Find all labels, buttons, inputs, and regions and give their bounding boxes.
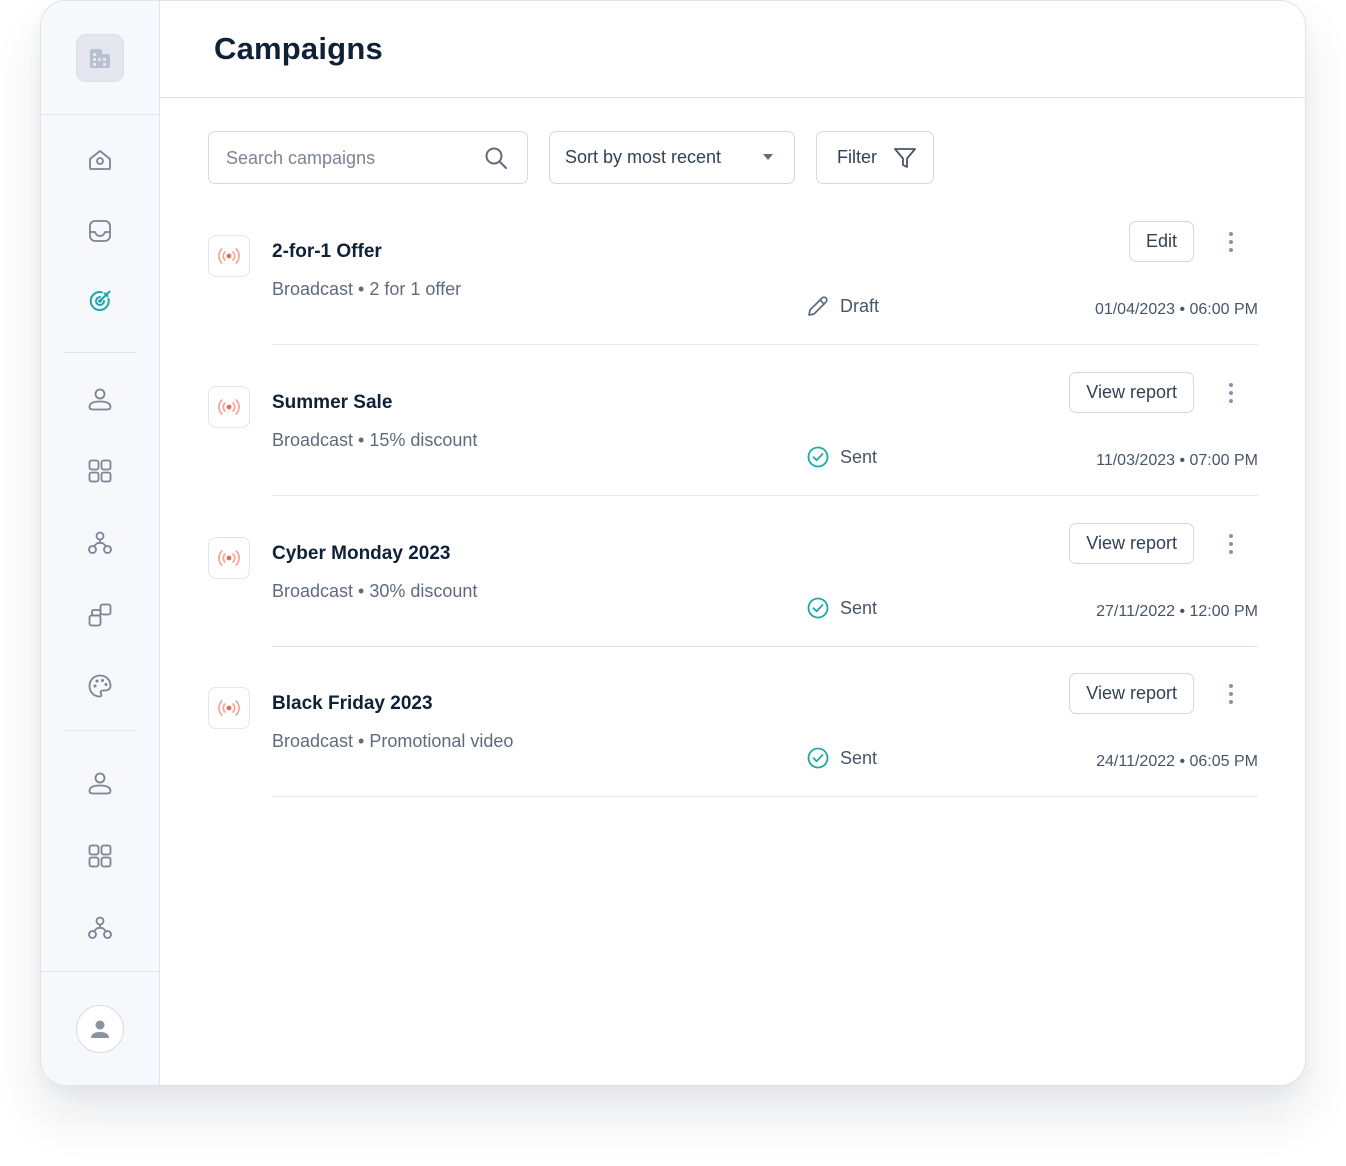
campaign-row: Cyber Monday 2023 Broadcast • 30% discou… <box>208 523 1258 674</box>
check-circle-icon <box>807 446 829 468</box>
row-divider <box>272 344 1258 345</box>
app-logo[interactable] <box>76 34 124 82</box>
hierarchy-icon <box>88 531 112 554</box>
campaign-status-text: Sent <box>840 446 878 467</box>
broadcast-icon <box>208 687 250 729</box>
edit-button[interactable]: Edit <box>1128 221 1194 262</box>
grid-icon <box>88 459 112 483</box>
sidebar-divider <box>41 114 159 115</box>
row-divider <box>272 495 1258 496</box>
campaign-name[interactable]: 2-for-1 Offer <box>272 241 382 263</box>
search-icon[interactable] <box>484 146 508 170</box>
pencil-icon <box>808 296 828 316</box>
row-divider <box>272 646 1258 647</box>
sidebar-item-profile[interactable] <box>75 758 125 808</box>
sidebar-item-contacts[interactable] <box>75 374 125 424</box>
filter-button-label: Filter <box>837 147 877 167</box>
target-icon <box>89 290 111 311</box>
page-header: Campaigns <box>160 1 1305 98</box>
campaign-datetime: 01/04/2023 • 06:00 PM <box>1094 301 1258 318</box>
home-icon <box>89 150 111 170</box>
sidebar-item-organization[interactable] <box>75 903 125 953</box>
sidebar-divider <box>64 352 136 353</box>
palette-icon <box>88 674 112 698</box>
search-input[interactable] <box>224 132 478 185</box>
caret-down-icon <box>763 154 773 160</box>
broadcast-icon <box>208 537 250 579</box>
campaign-name[interactable]: Summer Sale <box>272 392 392 414</box>
more-options-icon[interactable] <box>1220 379 1242 407</box>
inbox-icon <box>89 220 111 242</box>
filter-button[interactable]: Filter <box>816 131 934 184</box>
more-options-icon[interactable] <box>1220 680 1242 708</box>
sidebar-divider <box>64 730 136 731</box>
app-window: Campaigns Sort by most recent Filter <box>40 0 1306 1086</box>
sidebar-item-flows[interactable] <box>75 518 125 568</box>
campaign-datetime: 27/11/2022 • 12:00 PM <box>1096 603 1258 620</box>
broadcast-icon <box>208 386 250 428</box>
campaign-status-text: Draft <box>840 295 880 316</box>
view-report-button[interactable]: View report <box>1069 673 1194 714</box>
sidebar-item-appearance[interactable] <box>75 661 125 711</box>
campaign-row: Black Friday 2023 Broadcast • Promotiona… <box>208 673 1258 824</box>
sidebar-item-inbox[interactable] <box>75 206 125 256</box>
campaign-status: Sent <box>806 445 877 469</box>
row-divider <box>272 796 1258 797</box>
check-circle-icon <box>807 747 829 769</box>
campaign-status-text: Sent <box>840 747 878 768</box>
campaign-status: Sent <box>806 596 877 620</box>
search-box <box>208 131 528 185</box>
more-options-icon[interactable] <box>1220 530 1242 558</box>
sidebar-item-apps[interactable] <box>75 446 125 496</box>
page-title: Campaigns <box>214 31 383 66</box>
campaign-name[interactable]: Cyber Monday 2023 <box>272 543 450 565</box>
sort-dropdown[interactable]: Sort by most recent <box>549 131 795 184</box>
campaign-status: Sent <box>806 746 877 770</box>
user-icon <box>88 388 112 411</box>
sidebar-divider <box>41 971 159 972</box>
avatar-icon <box>91 1020 109 1038</box>
sidebar-item-campaigns[interactable] <box>75 276 125 326</box>
campaign-subtitle: Broadcast • 15% discount <box>272 430 478 450</box>
sort-dropdown-label: Sort by most recent <box>565 147 722 167</box>
campaign-subtitle: Broadcast • Promotional video <box>272 731 514 751</box>
campaign-name[interactable]: Black Friday 2023 <box>272 693 433 715</box>
sidebar-item-dashboard[interactable] <box>75 831 125 881</box>
blocks-icon <box>88 603 112 627</box>
campaign-datetime: 11/03/2023 • 07:00 PM <box>1096 452 1258 469</box>
campaign-row: Summer Sale Broadcast • 15% discount Sen… <box>208 372 1258 523</box>
sidebar-item-home[interactable] <box>75 135 125 185</box>
sidebar-item-integrations[interactable] <box>75 590 125 640</box>
check-circle-icon <box>807 597 829 619</box>
broadcast-icon <box>208 235 250 277</box>
view-report-button[interactable]: View report <box>1069 523 1194 564</box>
building-icon <box>90 49 110 68</box>
user-icon <box>88 772 112 795</box>
user-avatar[interactable] <box>76 1005 124 1053</box>
grid-icon <box>88 844 112 868</box>
campaign-status-text: Sent <box>840 597 878 618</box>
campaign-subtitle: Broadcast • 30% discount <box>272 581 478 601</box>
campaign-subtitle: Broadcast • 2 for 1 offer <box>272 279 462 299</box>
filter-icon <box>894 148 916 168</box>
hierarchy-icon <box>88 916 112 939</box>
main-content: Campaigns Sort by most recent Filter <box>160 1 1305 1085</box>
sidebar <box>41 1 160 1085</box>
more-options-icon[interactable] <box>1220 228 1242 256</box>
campaign-datetime: 24/11/2022 • 06:05 PM <box>1096 753 1258 770</box>
campaign-row: 2-for-1 Offer Broadcast • 2 for 1 offer … <box>208 221 1258 372</box>
campaign-status: Draft <box>806 294 879 318</box>
view-report-button[interactable]: View report <box>1069 372 1194 413</box>
